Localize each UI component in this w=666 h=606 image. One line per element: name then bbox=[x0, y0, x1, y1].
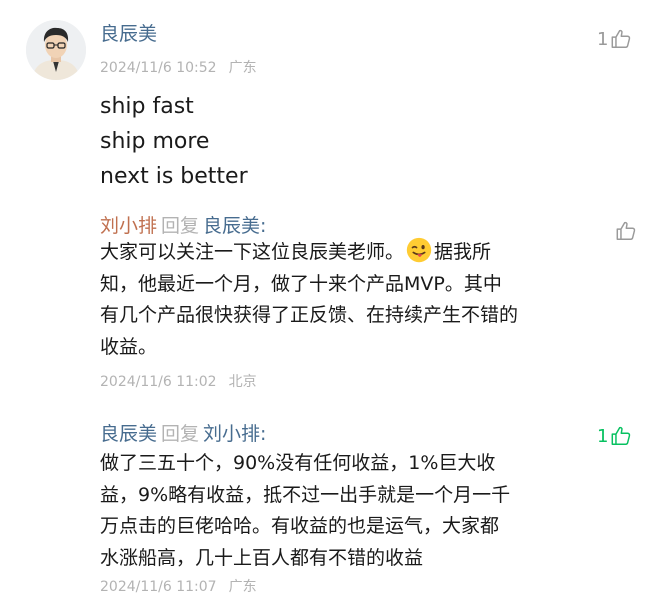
wink-tongue-emoji-icon bbox=[406, 237, 432, 263]
reply-line: 万点击的巨佬哈哈。有收益的也是运气，大家都 bbox=[100, 515, 500, 537]
reply-author[interactable]: 良辰美 bbox=[100, 423, 157, 445]
reply-location: 北京 bbox=[228, 374, 257, 390]
reply-line: 益，9%略有收益，抵不过一出手就是一个月一千 bbox=[100, 483, 511, 506]
comment-author[interactable]: 良辰美 bbox=[100, 19, 157, 46]
reply-line: 知，他最近一个月，做了十来个产品MVP。其中 bbox=[100, 272, 502, 295]
like-count: 1 bbox=[597, 28, 609, 50]
avatar-image bbox=[26, 20, 86, 80]
reply-author[interactable]: 刘小排 bbox=[100, 215, 157, 237]
reply-text-segment: 据我所 bbox=[434, 241, 492, 263]
reply-to-user[interactable]: 刘小排: bbox=[203, 423, 266, 445]
thumbs-up-icon bbox=[612, 426, 631, 445]
reply-body: 做了三五十个，90%没有任何收益，1%巨大收 益，9%略有收益，抵不过一出手就是… bbox=[100, 448, 510, 574]
comment-location: 广东 bbox=[228, 60, 257, 76]
reply-line: 水涨船高，几十上百人都有不错的收益 bbox=[100, 546, 424, 569]
reply-datetime: 2024/11/6 11:02 bbox=[100, 374, 217, 390]
reply-location: 广东 bbox=[228, 579, 257, 595]
reply-datetime: 2024/11/6 11:07 bbox=[100, 579, 217, 595]
reply-meta: 2024/11/6 11:02 北京 bbox=[100, 371, 257, 391]
reply-word: 回复 bbox=[161, 215, 200, 237]
thumbs-up-icon bbox=[616, 221, 636, 240]
comment-meta: 2024/11/6 10:52 广东 bbox=[100, 57, 257, 77]
avatar[interactable] bbox=[26, 20, 86, 80]
reply-line: 大家可以关注一下这位良辰美老师。 据我所 bbox=[100, 237, 518, 269]
like-button[interactable] bbox=[613, 220, 637, 242]
reply-body: 大家可以关注一下这位良辰美老师。 据我所 知，他最近一个月，做了十来个产品MVP… bbox=[100, 237, 518, 363]
like-button[interactable]: 1 bbox=[597, 28, 632, 50]
reply-word: 回复 bbox=[161, 423, 200, 445]
reply-header: 良辰美 回复 刘小排: bbox=[100, 419, 266, 446]
reply-line: 做了三五十个，90%没有任何收益，1%巨大收 bbox=[100, 452, 496, 474]
like-count: 1 bbox=[597, 425, 609, 447]
reply-line: 收益。 bbox=[100, 335, 158, 358]
reply-text-segment: 大家可以关注一下这位良辰美老师。 bbox=[100, 241, 405, 263]
comment-line: ship more bbox=[100, 129, 210, 154]
comment-datetime: 2024/11/6 10:52 bbox=[100, 60, 217, 76]
comment-line: next is better bbox=[100, 164, 248, 189]
reply-to-user[interactable]: 良辰美: bbox=[203, 215, 266, 237]
reply-line: 有几个产品很快获得了正反馈、在持续产生不错的 bbox=[100, 304, 519, 326]
reply-header: 刘小排 回复 良辰美: bbox=[100, 211, 266, 238]
comment-line: ship fast bbox=[100, 94, 194, 119]
thumbs-up-icon bbox=[612, 29, 631, 48]
comment-body: ship fast ship more next is better bbox=[100, 89, 248, 194]
like-button-liked[interactable]: 1 bbox=[597, 425, 632, 447]
reply-meta: 2024/11/6 11:07 广东 bbox=[100, 576, 257, 596]
